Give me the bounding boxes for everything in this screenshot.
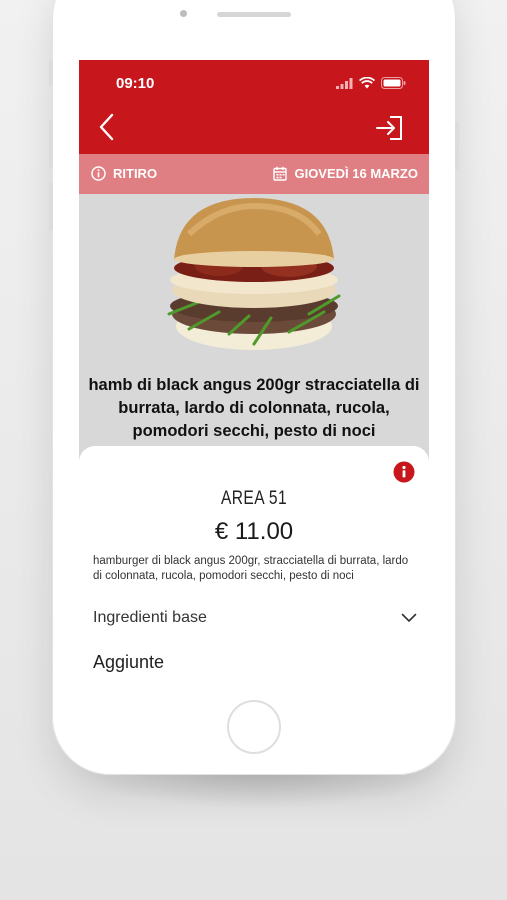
pickup-mode-label: RITIRO: [113, 166, 158, 181]
ingredienti-base-label: Ingredienti base: [93, 609, 207, 626]
status-time: 09:10: [116, 75, 155, 92]
signal-icon: [336, 77, 353, 89]
volume-down-button: [49, 182, 53, 230]
calendar-icon: [273, 166, 288, 181]
chevron-down-icon: [401, 613, 417, 622]
product-detail-sheet: AREA 51 € 11.00 hamburger di black angus…: [79, 446, 429, 684]
login-arrow-icon[interactable]: [375, 114, 405, 142]
battery-icon: [381, 77, 406, 89]
product-description: hamburger di black angus 200gr, straccia…: [93, 555, 409, 582]
burger-image: [167, 198, 341, 350]
earpiece-speaker: [217, 12, 291, 17]
info-circle-icon: [91, 166, 106, 181]
product-price: € 11.00: [214, 518, 294, 545]
app-header: 09:10: [79, 60, 429, 154]
background: 09:10 RITIRO GIOVEDÌ 16 MARZO hamb di bl…: [0, 0, 507, 900]
chevron-left-icon[interactable]: [93, 112, 123, 142]
order-info-bar: RITIRO GIOVEDÌ 16 MARZO: [79, 154, 429, 194]
front-camera: [180, 10, 187, 17]
aggiunte-heading: Aggiunte: [93, 652, 165, 672]
app-screen: 09:10 RITIRO GIOVEDÌ 16 MARZO hamb di bl…: [79, 60, 429, 684]
home-button[interactable]: [227, 700, 281, 754]
ingredienti-base-dropdown[interactable]: Ingredienti base: [93, 606, 417, 630]
wifi-icon: [359, 77, 375, 89]
status-icons: [336, 77, 406, 89]
info-icon[interactable]: [393, 461, 415, 483]
mute-switch: [49, 60, 53, 86]
pickup-mode[interactable]: RITIRO: [91, 166, 157, 181]
power-button: [455, 122, 459, 170]
product-name: AREA 51: [220, 488, 288, 509]
order-date-label: GIOVEDÌ 16 MARZO: [294, 166, 418, 181]
volume-up-button: [49, 120, 53, 168]
product-title: hamb di black angus 200gr stracciatella …: [88, 376, 420, 440]
order-date[interactable]: GIOVEDÌ 16 MARZO: [273, 166, 418, 181]
